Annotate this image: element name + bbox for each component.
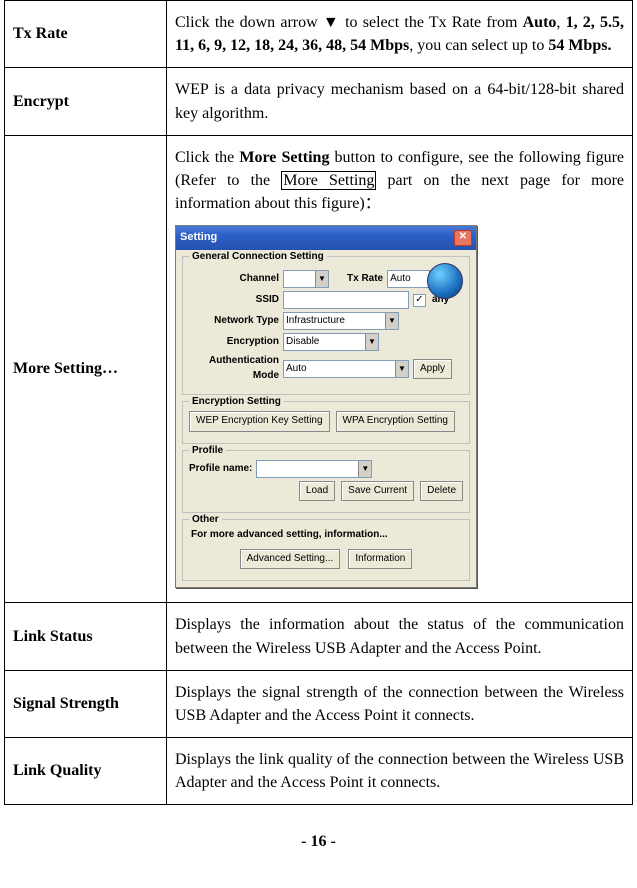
row-label: Encrypt — [5, 68, 167, 135]
row-desc: Click the down arrow ▼ to select the Tx … — [167, 1, 633, 68]
group-general: General Connection Setting Channel ▼ Tx … — [182, 256, 470, 395]
encryption-select[interactable]: Disable▼ — [283, 333, 379, 351]
delete-button[interactable]: Delete — [420, 481, 463, 502]
page-reference-link: More Setting — [281, 171, 376, 190]
row-desc: WEP is a data privacy mechanism based on… — [167, 68, 633, 135]
dialog-title: Setting — [180, 230, 217, 246]
table-row: Encrypt WEP is a data privacy mechanism … — [5, 68, 633, 135]
networktype-select[interactable]: Infrastructure▼ — [283, 312, 399, 330]
channel-select[interactable]: ▼ — [283, 270, 329, 288]
row-label: Link Quality — [5, 738, 167, 805]
table-row: Link Quality Displays the link quality o… — [5, 738, 633, 805]
settings-table: Tx Rate Click the down arrow ▼ to select… — [4, 0, 633, 805]
row-label: Tx Rate — [5, 1, 167, 68]
wep-button[interactable]: WEP Encryption Key Setting — [189, 411, 330, 432]
setting-dialog: Setting ✕ General Connection Setting Cha… — [175, 225, 477, 588]
table-row: Tx Rate Click the down arrow ▼ to select… — [5, 1, 633, 68]
dialog-titlebar: Setting ✕ — [176, 226, 476, 250]
row-desc: Displays the link quality of the connect… — [167, 738, 633, 805]
page-number: - 16 - — [4, 833, 633, 851]
group-other: Other For more advanced setting, informa… — [182, 519, 470, 581]
save-button[interactable]: Save Current — [341, 481, 414, 502]
chevron-down-icon: ▼ — [358, 461, 371, 477]
table-row: Link Status Displays the information abo… — [5, 603, 633, 670]
table-row: Signal Strength Displays the signal stre… — [5, 670, 633, 737]
row-label: More Setting… — [5, 135, 167, 603]
ssid-input[interactable] — [283, 291, 409, 309]
apply-button[interactable]: Apply — [413, 359, 452, 380]
load-button[interactable]: Load — [299, 481, 335, 502]
authmode-select[interactable]: Auto▼ — [283, 360, 409, 378]
row-desc: Displays the information about the statu… — [167, 603, 633, 670]
table-row: More Setting… Click the More Setting but… — [5, 135, 633, 603]
row-desc: Click the More Setting button to configu… — [167, 135, 633, 603]
chevron-down-icon: ▼ — [395, 361, 408, 377]
profilename-select[interactable]: ▼ — [256, 460, 372, 478]
row-label: Link Status — [5, 603, 167, 670]
group-profile: Profile Profile name: ▼ Load Save Curren… — [182, 450, 470, 514]
any-checkbox[interactable]: ✓ — [413, 294, 426, 307]
chevron-down-icon: ▼ — [315, 271, 328, 287]
row-label: Signal Strength — [5, 670, 167, 737]
advanced-button[interactable]: Advanced Setting... — [240, 549, 341, 570]
wpa-button[interactable]: WPA Encryption Setting — [336, 411, 455, 432]
row-desc: Displays the signal strength of the conn… — [167, 670, 633, 737]
chevron-down-icon: ▼ — [385, 313, 398, 329]
group-encryption: Encryption Setting WEP Encryption Key Se… — [182, 401, 470, 444]
information-button[interactable]: Information — [348, 549, 412, 570]
close-icon[interactable]: ✕ — [454, 230, 472, 246]
chevron-down-icon: ▼ — [365, 334, 378, 350]
